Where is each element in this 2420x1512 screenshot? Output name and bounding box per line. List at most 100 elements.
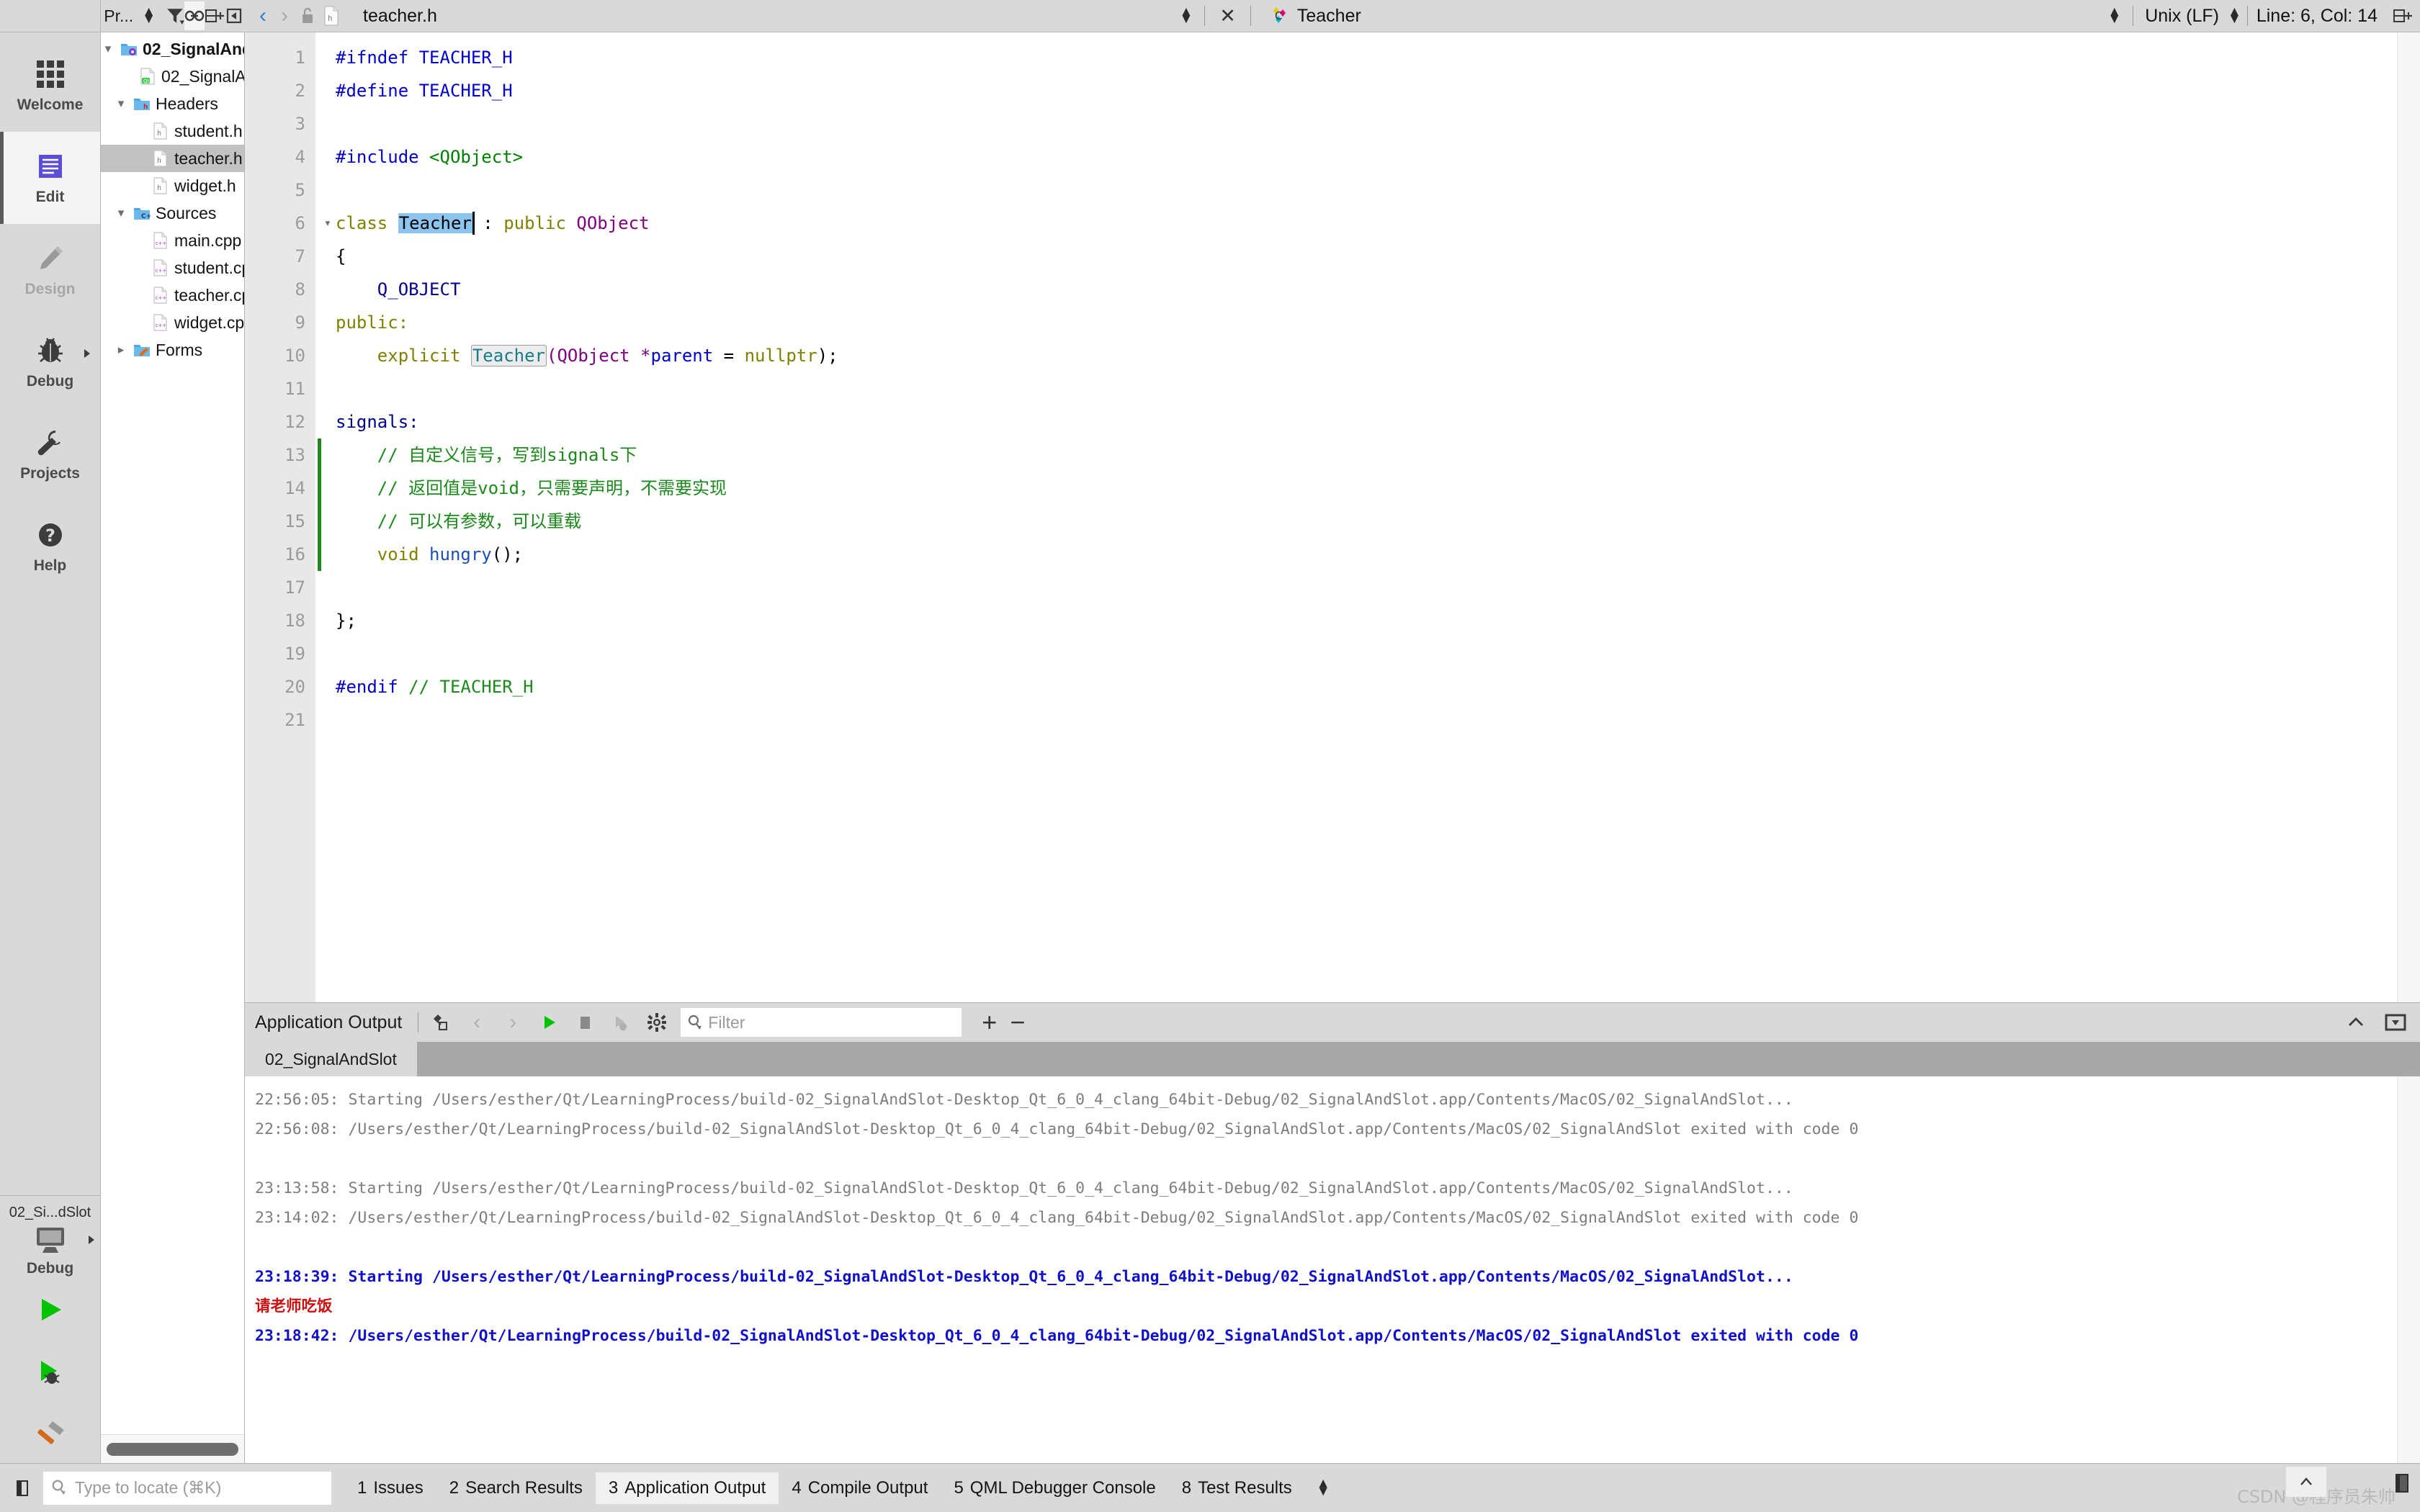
desktop-icon[interactable]	[30, 1224, 71, 1257]
split-add-icon[interactable]	[205, 1, 225, 30]
next-item-icon[interactable]: ›	[495, 1007, 531, 1038]
status-tab-search-results[interactable]: 2 Search Results	[436, 1472, 596, 1504]
code-token: public	[503, 213, 566, 233]
chevron-down-icon[interactable]: ▾	[114, 96, 128, 111]
output-console[interactable]: 22:56:05: Starting /Users/esther/Qt/Lear…	[245, 1076, 2420, 1463]
line-number: 10	[284, 346, 305, 366]
forward-arrow-icon[interactable]: ›	[274, 5, 295, 27]
mode-item-welcome[interactable]: Welcome	[0, 40, 100, 132]
tree-row[interactable]: ▾ C++ Sources	[101, 199, 244, 227]
status-tab-qml-debugger-console[interactable]: 5 QML Debugger Console	[941, 1472, 1168, 1504]
console-line: 22:56:05: Starting /Users/esther/Qt/Lear…	[255, 1091, 1793, 1109]
open-file-name[interactable]: teacher.h	[363, 6, 437, 27]
code-token: explicit	[377, 346, 461, 366]
selected-identifier[interactable]: Teacher	[398, 213, 472, 233]
line-ending-spinner[interactable]: ▲ ▼	[2228, 5, 2241, 26]
mode-item-help[interactable]: ? Help	[0, 500, 100, 593]
output-tab-run-config[interactable]: 02_SignalAndSlot	[245, 1042, 417, 1076]
line-number: 5	[295, 180, 305, 200]
output-pane-header: Application Output ‹ › Filter + −	[245, 1003, 2420, 1042]
tree-row[interactable]: c++ teacher.cpp	[101, 282, 244, 309]
encoding-label[interactable]: Unix (LF)	[2141, 6, 2223, 27]
increase-font-button[interactable]: +	[982, 1009, 997, 1035]
close-file-button[interactable]: ✕	[1212, 5, 1243, 27]
kit-arrow-icon[interactable]	[89, 1236, 94, 1244]
code-editor[interactable]: 1 2 3 4 5 6 ▾ 7 8 9 10 11 12 13 14 15 16…	[245, 32, 2420, 1002]
editor-and-output-column: 1 2 3 4 5 6 ▾ 7 8 9 10 11 12 13 14 15 16…	[245, 32, 2420, 1463]
attach-debugger-icon[interactable]	[423, 1007, 459, 1038]
debug-mode-arrow-icon[interactable]	[84, 349, 90, 358]
line-col-indicator[interactable]: Line: 6, Col: 14	[2249, 6, 2390, 27]
output-vertical-scrollbar[interactable]	[2397, 1076, 2420, 1463]
run-icon[interactable]	[531, 1007, 567, 1038]
stop-debug-icon[interactable]	[603, 1007, 639, 1038]
console-line-program-output: 请老师吃饭	[255, 1297, 333, 1315]
link-icon[interactable]	[184, 1, 205, 30]
dropdown-box-icon[interactable]	[2384, 1013, 2407, 1032]
tree-row[interactable]: c++ widget.cpp	[101, 309, 244, 336]
qt-creator-window: Pr... ▲ ▼ ‹ › h teacher.h ▲ ▼ ✕ C Teache…	[0, 0, 2420, 1512]
settings-gear-icon[interactable]	[639, 1007, 675, 1038]
tree-row[interactable]: h student.h	[101, 117, 244, 145]
collapse-panel-icon[interactable]	[225, 1, 243, 30]
tree-row[interactable]: h widget.h	[101, 172, 244, 199]
line-number: 19	[284, 644, 305, 664]
tree-row[interactable]: c++ student.cpp	[101, 254, 244, 282]
mode-item-design[interactable]: Design	[0, 224, 100, 316]
mode-item-projects[interactable]: Projects	[0, 408, 100, 500]
debug-button[interactable]	[0, 1342, 100, 1401]
mode-item-edit[interactable]: Edit	[0, 132, 100, 224]
filter-input[interactable]: Filter	[681, 1008, 962, 1037]
toolbar-divider-3	[1250, 6, 1251, 26]
kit-build-config: Debug	[26, 1260, 74, 1277]
tree-row[interactable]: c++ main.cpp	[101, 227, 244, 254]
prev-item-icon[interactable]: ‹	[459, 1007, 495, 1038]
chevron-up-icon[interactable]	[2344, 1014, 2368, 1031]
tree-scroll-thumb[interactable]	[107, 1442, 238, 1456]
project-selector-spinner[interactable]: ▲ ▼	[142, 5, 156, 26]
stop-icon[interactable]	[567, 1007, 603, 1038]
tree-row-selected[interactable]: h teacher.h	[101, 145, 244, 172]
status-tab-compile-output[interactable]: 4 Compile Output	[779, 1472, 941, 1504]
code-line: #ifndef TEACHER_H	[336, 41, 2397, 74]
header-file-icon: h	[151, 122, 170, 140]
locator-input[interactable]: Type to locate (⌘K)	[43, 1471, 331, 1505]
status-tab-test-results[interactable]: 8 Test Results	[1169, 1472, 1305, 1504]
toggle-sidebar-icon[interactable]	[6, 1472, 39, 1505]
decrease-font-button[interactable]: −	[1010, 1009, 1025, 1035]
resize-grip-icon[interactable]	[2391, 1471, 2416, 1498]
code-line: Q_OBJECT	[336, 273, 2397, 306]
unlocked-icon[interactable]	[295, 1, 319, 30]
tree-row[interactable]: Qt 02_SignalAndSlot	[101, 63, 244, 90]
tree-row[interactable]: ▾ h Headers	[101, 90, 244, 117]
filter-icon[interactable]	[166, 1, 184, 30]
status-tab-issues[interactable]: 1 Issues	[344, 1472, 436, 1504]
occurrence-identifier[interactable]: Teacher	[470, 345, 547, 366]
output-tab-spinner[interactable]: ▲ ▼	[1317, 1477, 1330, 1498]
symbol-selector[interactable]: C Teacher	[1270, 6, 1361, 27]
code-token: (QObject *	[547, 346, 651, 366]
chevron-down-icon[interactable]: ▾	[101, 42, 115, 56]
scroll-up-button[interactable]	[2286, 1467, 2326, 1497]
status-tab-label: Application Output	[624, 1477, 766, 1498]
chevron-down-icon[interactable]: ▾	[114, 206, 128, 220]
status-tab-application-output[interactable]: 3 Application Output	[595, 1472, 779, 1504]
tree-row[interactable]: ▸ Forms	[101, 336, 244, 364]
edit-lines-icon	[34, 150, 67, 183]
tree-row[interactable]: ▾ 02_SignalAndSlot	[101, 35, 244, 63]
run-button[interactable]	[0, 1280, 100, 1339]
console-line: 23:18:39: Starting /Users/esther/Qt/Lear…	[255, 1268, 1793, 1286]
chevron-right-icon[interactable]: ▸	[114, 343, 128, 357]
code-text-area[interactable]: #ifndef TEACHER_H #define TEACHER_H #inc…	[315, 32, 2397, 1002]
build-button[interactable]	[0, 1404, 100, 1463]
back-arrow-icon[interactable]: ‹	[252, 5, 274, 27]
split-add-icon-editor[interactable]	[2390, 1, 2414, 30]
file-switch-spinner[interactable]: ▲ ▼	[1179, 5, 1193, 26]
tree-horizontal-scrollbar[interactable]	[101, 1434, 244, 1463]
editor-vertical-scrollbar[interactable]	[2397, 32, 2420, 1002]
encoding-spinner[interactable]: ▲ ▼	[2107, 5, 2121, 26]
mode-item-debug[interactable]: Debug	[0, 316, 100, 408]
